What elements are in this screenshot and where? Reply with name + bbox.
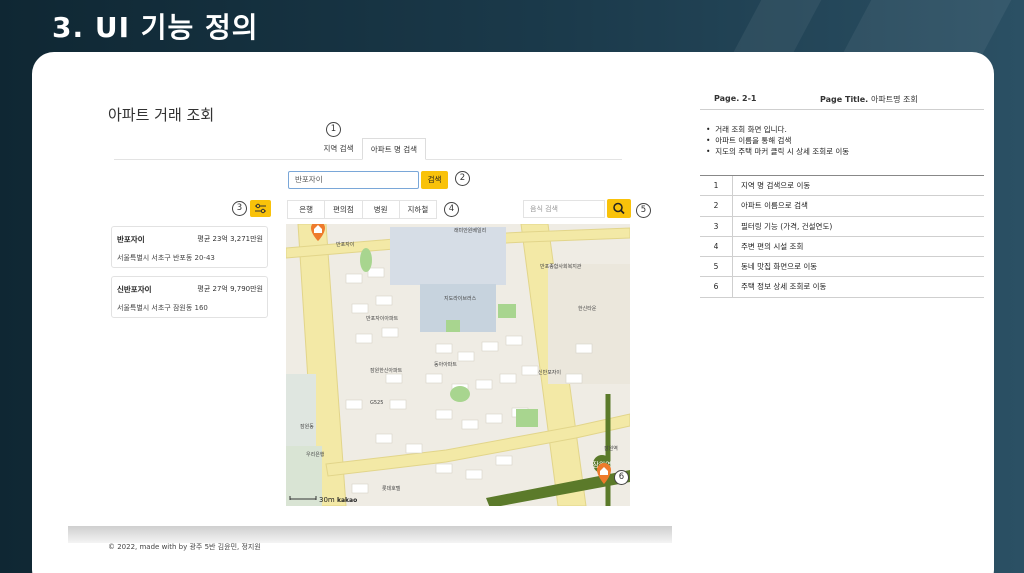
- table-row: 6 주택 정보 상세 조회로 이동: [700, 277, 984, 298]
- food-search-button[interactable]: [607, 199, 631, 218]
- spec-page-title: Page Title. 아파트명 조회: [820, 94, 918, 105]
- apartment-price: 평균 23억 3,271만원: [197, 235, 263, 243]
- apartment-price: 평균 27억 9,790만원: [197, 285, 263, 293]
- tab-apartment-search[interactable]: 아파트 명 검색: [362, 138, 426, 160]
- food-search-input[interactable]: 음식 검색: [523, 200, 605, 218]
- map-brand: kakao: [337, 497, 357, 504]
- search-tabs: 지역 검색 아파트 명 검색: [114, 138, 622, 160]
- map-view[interactable]: 잠원역 반포자이 반포자이아파트 래미안원베일리 반포종합사회복지관 지도라이브…: [286, 224, 630, 506]
- map-label: G525: [370, 400, 383, 406]
- spec-bullet: • 아파트 이름을 통해 검색: [706, 136, 792, 145]
- search-button[interactable]: 검색: [421, 171, 448, 189]
- map-label: 잠원역: [604, 445, 618, 452]
- map-label: 지도라이브러스: [444, 295, 477, 302]
- table-row: 3 필터링 기능 (가격, 건설연도): [700, 216, 984, 237]
- footer-text: © 2022, made with by 광주 5반 김윤민, 정지원: [108, 543, 261, 551]
- map-label: 반포종합사회복지관: [540, 263, 582, 270]
- category-subway[interactable]: 지하철: [400, 201, 436, 218]
- spec-header: Page. 2-1 Page Title. 아파트명 조회: [700, 88, 984, 110]
- marker-6: 6: [614, 470, 629, 485]
- category-bank[interactable]: 은행: [288, 201, 326, 218]
- spec-page-number: Page. 2-1: [714, 94, 757, 103]
- category-hospital[interactable]: 병원: [363, 201, 400, 218]
- map-block: [548, 264, 630, 384]
- apartment-search-input[interactable]: 반포자이: [288, 171, 419, 189]
- table-row: 1 지역 명 검색으로 이동: [700, 176, 984, 197]
- spec-bullet: • 거래 조회 화면 입니다.: [706, 125, 787, 134]
- apartment-address: 서울특별시 서초구 반포동 20-43: [117, 254, 215, 262]
- filter-button[interactable]: [250, 200, 271, 217]
- apartment-name: 반포자이: [117, 235, 145, 244]
- map-label: 우리은행: [306, 451, 325, 458]
- map-label: 잠원동: [300, 423, 314, 430]
- map-label: 래미안원베일리: [454, 227, 486, 234]
- map-block: [390, 227, 506, 285]
- apartment-name: 신반포자이: [117, 285, 152, 294]
- spec-table: 1 지역 명 검색으로 이동 2 아파트 이름으로 검색 3 필터링 기능 (가격, …: [700, 175, 984, 298]
- map-label: 반포자이: [336, 241, 354, 248]
- map-label: 신반포자이: [538, 369, 561, 376]
- map-label: 잠원한신아파트: [370, 367, 403, 374]
- table-row: 5 동네 맛집 화면으로 이동: [700, 257, 984, 278]
- content-card: 아파트 거래 조회 1 지역 검색 아파트 명 검색 반포자이 검색 2 3 은…: [32, 52, 994, 573]
- map-label: 반포자이아파트: [366, 315, 399, 322]
- slide-title: 3. UI 기능 정의: [52, 11, 259, 44]
- spec-bullets: • 거래 조회 화면 입니다. • 아파트 이름을 통해 검색 • 지도의 주택…: [706, 124, 849, 157]
- spec-page-title-label: Page Title.: [820, 95, 869, 104]
- map-block: [286, 374, 316, 446]
- apartment-address: 서울특별시 서초구 잠원동 160: [117, 304, 208, 312]
- apartment-card[interactable]: 신반포자이 평균 27억 9,790만원 서울특별시 서초구 잠원동 160: [111, 276, 268, 318]
- marker-1: 1: [326, 122, 341, 137]
- map-label: 한신타운: [578, 305, 597, 312]
- footer-bar: [68, 526, 672, 543]
- table-row: 4 주변 편의 시설 조회: [700, 236, 984, 258]
- apartment-card[interactable]: 반포자이 평균 23억 3,271만원 서울특별시 서초구 반포동 20-43: [111, 226, 268, 268]
- marker-5: 5: [636, 203, 651, 218]
- search-icon: [613, 202, 625, 215]
- spec-bullet: • 지도의 주택 마커 클릭 시 상세 조회로 이동: [706, 147, 850, 156]
- map-label: 동아아파트: [434, 361, 457, 368]
- category-convenience[interactable]: 편의점: [325, 201, 363, 218]
- map-canvas: 잠원역 반포자이 반포자이아파트 래미안원베일리 반포종합사회복지관 지도라이브…: [286, 224, 630, 506]
- map-scale: 30m: [319, 496, 335, 504]
- page-title: 아파트 거래 조회: [108, 106, 215, 124]
- marker-2: 2: [455, 171, 470, 186]
- marker-4: 4: [444, 202, 459, 217]
- tab-region-search[interactable]: 지역 검색: [315, 138, 362, 160]
- marker-3: 3: [232, 201, 247, 216]
- facility-category-bar: 은행 편의점 병원 지하철: [287, 200, 437, 219]
- table-row: 2 아파트 이름으로 검색: [700, 196, 984, 217]
- map-label: 롯데호텔: [382, 485, 401, 492]
- spec-page-title-value: 아파트명 조회: [871, 95, 918, 104]
- filter-icon: [255, 203, 266, 214]
